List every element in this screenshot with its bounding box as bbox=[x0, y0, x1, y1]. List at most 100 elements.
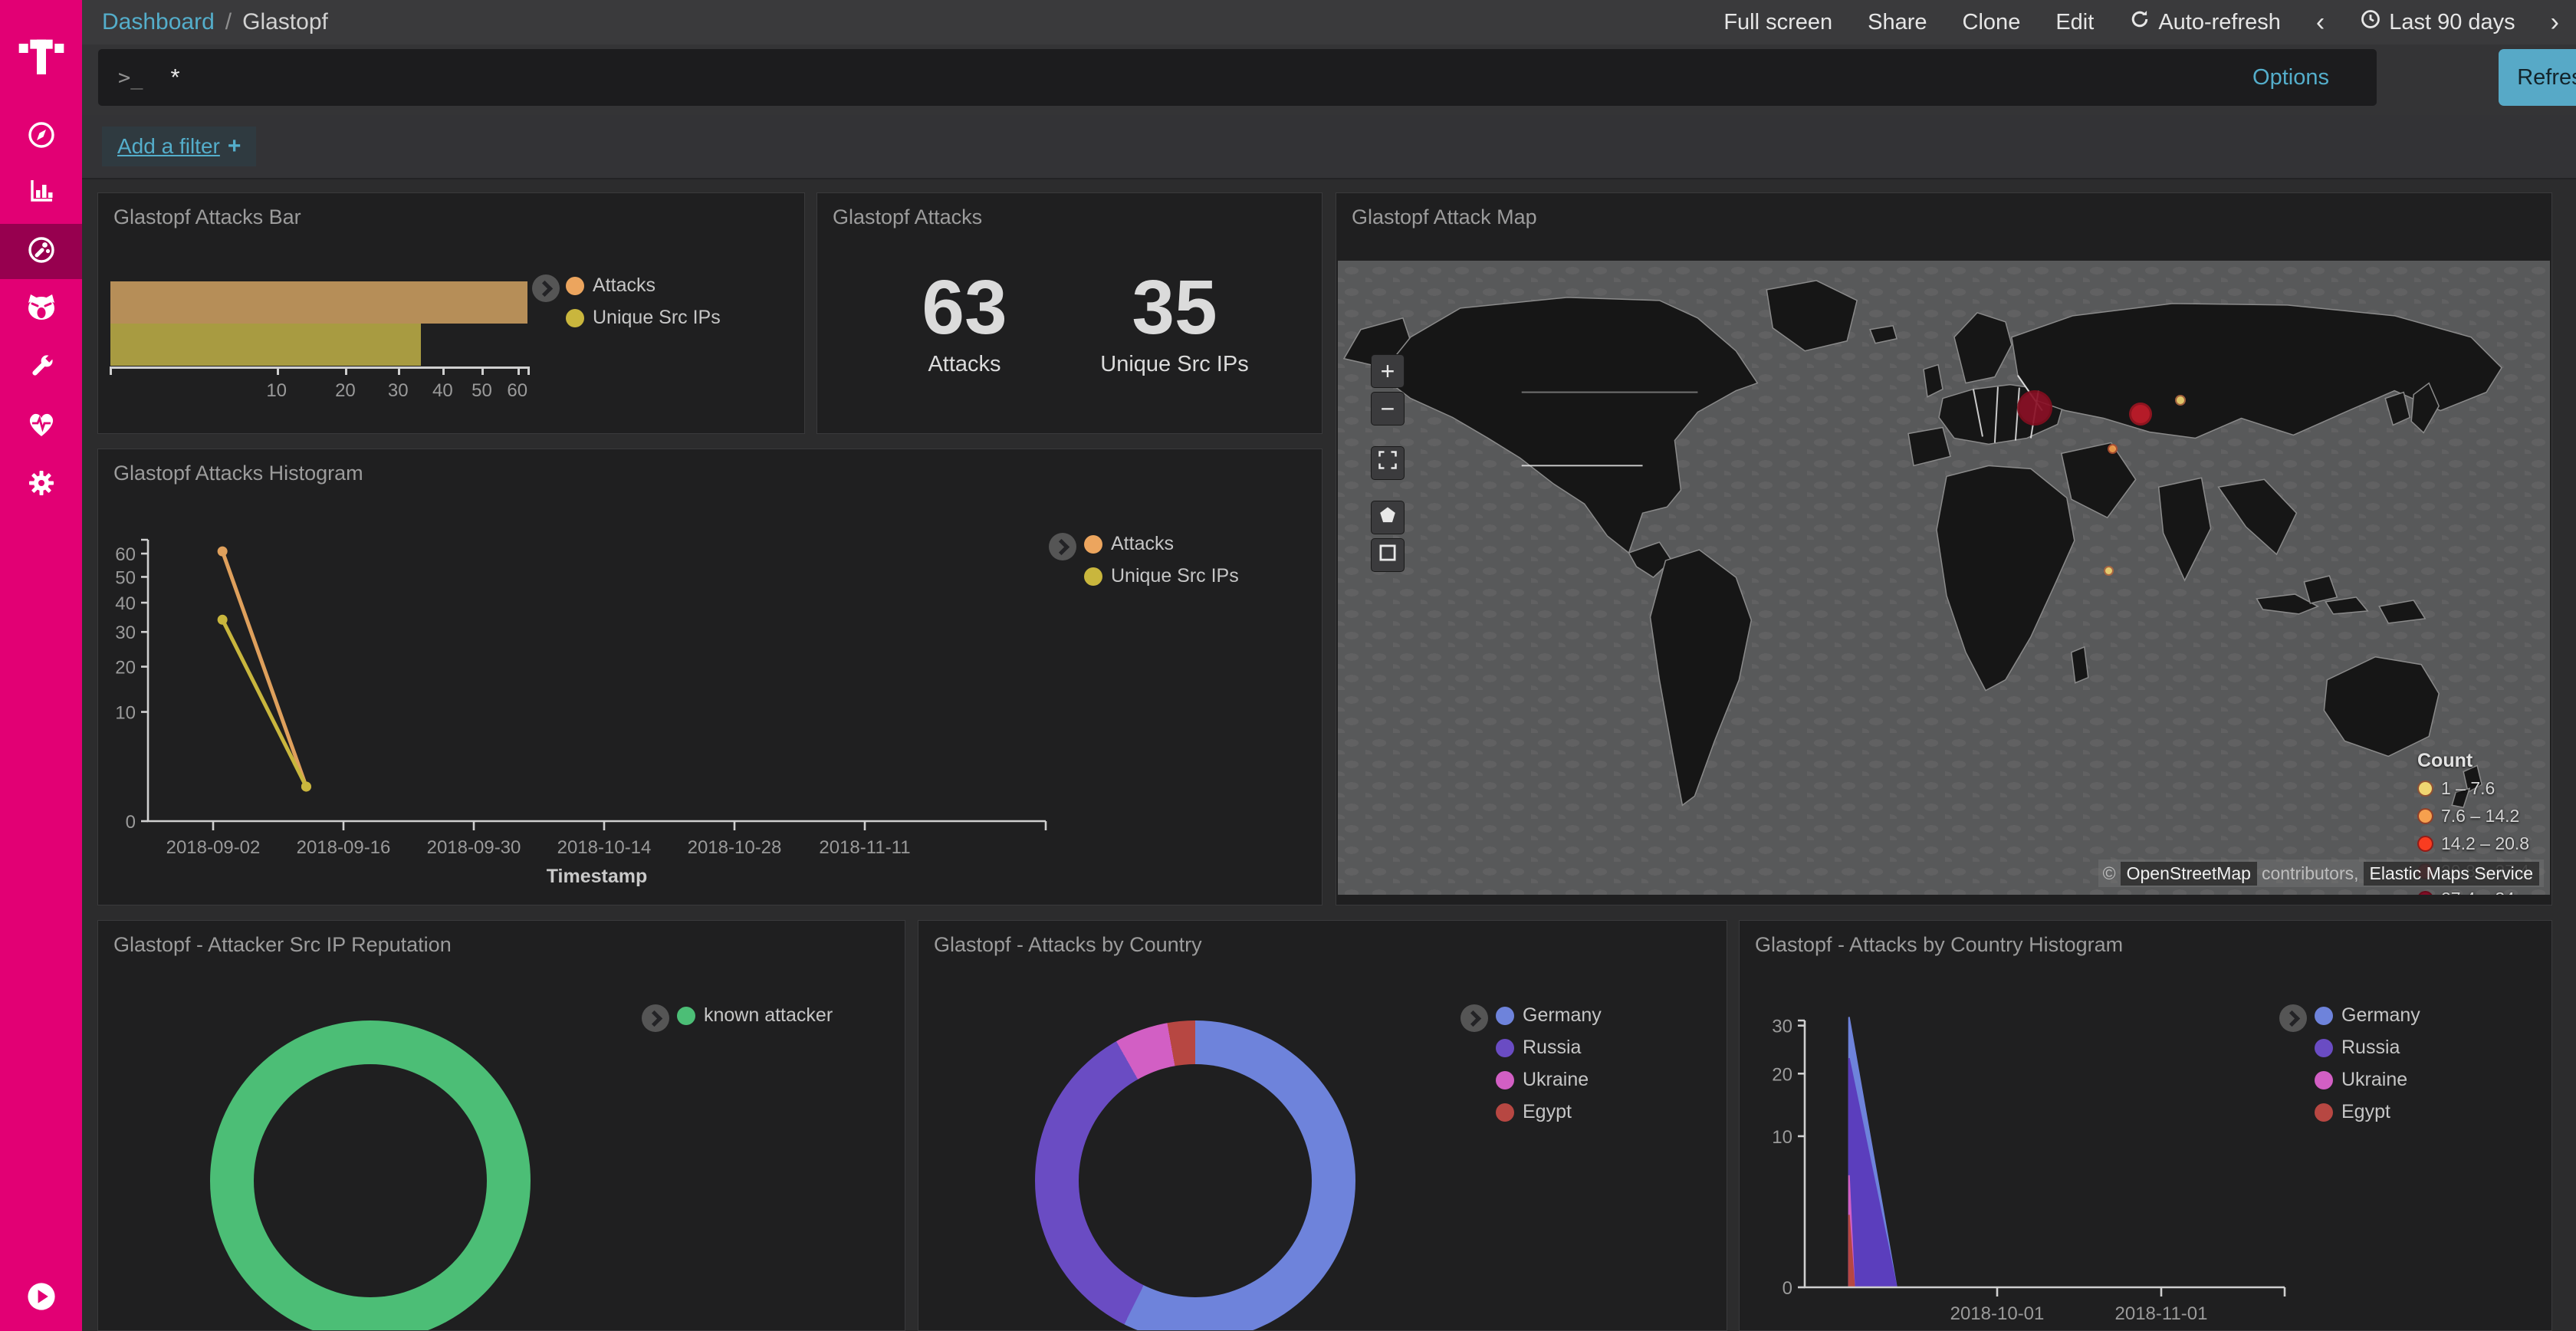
bar-attacks[interactable] bbox=[110, 281, 527, 324]
legend-item[interactable]: Russia bbox=[2315, 1037, 2420, 1059]
sidebar-item-discover[interactable] bbox=[0, 109, 82, 164]
query-options-link[interactable]: Options bbox=[2252, 49, 2329, 106]
legend: Germany Russia Ukraine Egypt bbox=[1496, 1004, 1602, 1123]
legend-item[interactable]: Egypt bbox=[2315, 1101, 2420, 1123]
attack-location-marker[interactable] bbox=[2129, 403, 2152, 426]
legend-item[interactable]: Attacks bbox=[566, 274, 721, 297]
map-legend-item: 14.2 – 20.8 bbox=[2417, 833, 2550, 854]
openstreetmap-link[interactable]: OpenStreetMap bbox=[2121, 862, 2257, 886]
map-rectangle-draw-button[interactable] bbox=[1371, 538, 1405, 572]
gear-icon bbox=[26, 468, 57, 502]
legend-item[interactable]: Germany bbox=[2315, 1004, 2420, 1027]
legend-collapse-arrow[interactable] bbox=[1049, 533, 1076, 560]
breadcrumb-dashboard-link[interactable]: Dashboard bbox=[102, 9, 215, 35]
map-polygon-draw-button[interactable] bbox=[1371, 501, 1405, 534]
copyright-symbol: © bbox=[2103, 863, 2116, 884]
legend-item[interactable]: Ukraine bbox=[1496, 1069, 1602, 1091]
bar-chart-x-axis: 102030405060 bbox=[110, 366, 529, 412]
legend-color-dot bbox=[2315, 1039, 2333, 1057]
sidebar-item-dashboard[interactable] bbox=[0, 224, 82, 279]
legend-collapse-arrow[interactable] bbox=[2279, 1004, 2307, 1032]
area-chart: 01020302018-10-012018-11-01Timestamp bbox=[1740, 921, 2551, 1331]
legend-color-dot bbox=[1084, 567, 1102, 586]
legend: Attacks Unique Src IPs bbox=[1084, 533, 1239, 587]
metric-label: Attacks bbox=[872, 352, 1056, 377]
panel-by-country-histogram: Glastopf - Attacks by Country Histogram … bbox=[1739, 920, 2552, 1331]
top-nav-actions: Full screen Share Clone Edit Auto-refres… bbox=[1723, 8, 2559, 38]
horizontal-bar-chart bbox=[110, 281, 529, 366]
legend-collapse-arrow[interactable] bbox=[642, 1004, 669, 1032]
legend-item[interactable]: Germany bbox=[1496, 1004, 1602, 1027]
sidebar-collapse-button[interactable] bbox=[0, 1280, 82, 1317]
svg-text:0: 0 bbox=[1783, 1278, 1792, 1299]
elastic-maps-service-link[interactable]: Elastic Maps Service bbox=[2364, 862, 2539, 886]
attack-location-marker[interactable] bbox=[2175, 395, 2186, 406]
svg-text:2018-10-28: 2018-10-28 bbox=[688, 837, 782, 858]
map-zoom-out-button[interactable]: − bbox=[1371, 392, 1405, 426]
legend-item[interactable]: Russia bbox=[1496, 1037, 1602, 1059]
legend-color-dot bbox=[566, 309, 584, 327]
legend-item[interactable]: Unique Src IPs bbox=[1084, 565, 1239, 587]
map-fit-bounds-button[interactable] bbox=[1371, 446, 1405, 480]
sidebar-item-monitoring[interactable] bbox=[0, 398, 82, 453]
svg-text:2018-09-30: 2018-09-30 bbox=[427, 837, 521, 858]
sidebar-item-tpot[interactable] bbox=[0, 281, 82, 337]
x-axis-tick-label: 30 bbox=[388, 380, 409, 402]
country-donut-chart[interactable] bbox=[1035, 1020, 1355, 1331]
panel-attacks-bar: Glastopf Attacks Bar 102030405060 Attack… bbox=[97, 192, 805, 434]
legend: Germany Russia Ukraine Egypt bbox=[2315, 1004, 2420, 1123]
svg-text:10: 10 bbox=[1772, 1127, 1792, 1148]
legend-item[interactable]: Unique Src IPs bbox=[566, 307, 721, 329]
sidebar-item-management[interactable] bbox=[0, 457, 82, 512]
query-prompt-icon: >_ bbox=[118, 66, 143, 90]
time-range-prev-button[interactable]: ‹ bbox=[2316, 8, 2325, 38]
attack-location-marker[interactable] bbox=[2108, 444, 2118, 454]
sidebar-item-dev-tools[interactable] bbox=[0, 340, 82, 396]
map-legend-item: 7.6 – 14.2 bbox=[2417, 806, 2550, 827]
sidebar-item-visualize[interactable] bbox=[0, 165, 82, 220]
legend-label: Attacks bbox=[593, 274, 656, 297]
world-map[interactable]: + − Count 1 – 7.67.6 – 14.214.2 – 20.820… bbox=[1338, 261, 2550, 895]
attack-location-marker[interactable] bbox=[2104, 566, 2114, 576]
legend-color-dot bbox=[677, 1007, 695, 1025]
panel-attacks-histogram: Glastopf Attacks Histogram 0102030405060… bbox=[97, 449, 1322, 905]
kibana-dashboard-app: Dashboard / Glastopf Full screen Share C… bbox=[0, 0, 2576, 1331]
map-legend-range-label: 7.6 – 14.2 bbox=[2441, 806, 2519, 827]
clone-button[interactable]: Clone bbox=[1963, 10, 2021, 35]
metric-value: 35 bbox=[1083, 269, 1267, 346]
map-legend-color-dot bbox=[2417, 808, 2433, 824]
x-axis-tick bbox=[398, 366, 400, 375]
add-filter-button[interactable]: Add a filter + bbox=[102, 127, 256, 166]
auto-refresh-button[interactable]: Auto-refresh bbox=[2129, 8, 2281, 36]
time-range-next-button[interactable]: › bbox=[2551, 8, 2559, 38]
panel-title: Glastopf Attacks Bar bbox=[113, 205, 301, 229]
legend-item[interactable]: known attacker bbox=[677, 1004, 833, 1027]
query-bar: >_ * Options Refresh bbox=[82, 44, 2576, 115]
legend-item[interactable]: Egypt bbox=[1496, 1101, 1602, 1123]
map-legend-title: Count bbox=[2417, 750, 2550, 772]
svg-text:2018-11-11: 2018-11-11 bbox=[819, 837, 910, 858]
refresh-button[interactable]: Refresh bbox=[2499, 49, 2576, 106]
svg-text:2018-09-02: 2018-09-02 bbox=[166, 837, 261, 858]
map-legend-color-dot bbox=[2417, 836, 2433, 852]
attack-location-marker[interactable] bbox=[2017, 390, 2052, 426]
svg-text:30: 30 bbox=[1772, 1017, 1792, 1037]
legend-item[interactable]: Ukraine bbox=[2315, 1069, 2420, 1091]
map-zoom-in-button[interactable]: + bbox=[1371, 354, 1405, 388]
map-legend-color-dot bbox=[2417, 891, 2433, 895]
time-range-picker[interactable]: Last 90 days bbox=[2360, 8, 2515, 36]
full-screen-button[interactable]: Full screen bbox=[1723, 10, 1832, 35]
search-input[interactable]: >_ * Options bbox=[98, 49, 2377, 106]
bar-unique-src-ips[interactable] bbox=[110, 324, 421, 366]
legend-item[interactable]: Attacks bbox=[1084, 533, 1239, 555]
legend-collapse-arrow[interactable] bbox=[532, 274, 560, 302]
top-nav: Dashboard / Glastopf Full screen Share C… bbox=[82, 0, 2576, 44]
legend-label: Germany bbox=[1523, 1004, 1602, 1027]
legend-collapse-arrow[interactable] bbox=[1460, 1004, 1488, 1032]
map-attribution: © OpenStreetMap contributors, Elastic Ma… bbox=[2098, 859, 2544, 887]
edit-button[interactable]: Edit bbox=[2055, 10, 2094, 35]
reputation-donut-chart[interactable] bbox=[210, 1020, 531, 1331]
legend-label: Unique Src IPs bbox=[593, 307, 721, 329]
share-button[interactable]: Share bbox=[1868, 10, 1927, 35]
legend-label: Ukraine bbox=[2341, 1069, 2407, 1091]
